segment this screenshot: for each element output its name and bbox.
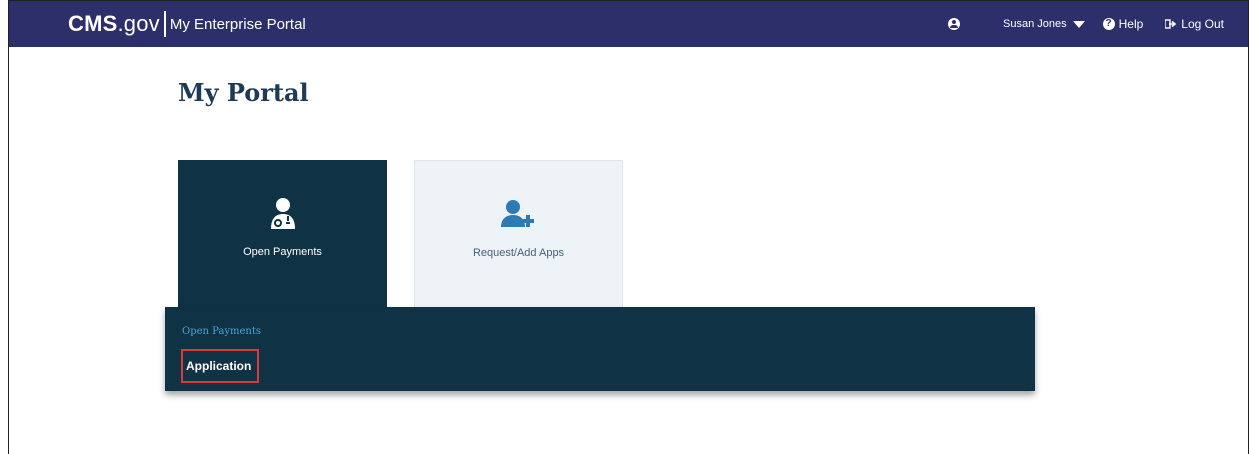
logout-link[interactable]: Log Out [1165,17,1224,31]
dropdown-heading: Open Payments [182,326,262,337]
brand-logo[interactable]: CMS.gov My Enterprise Portal [68,11,306,37]
help-label: Help [1118,17,1144,31]
logout-icon [1165,19,1177,29]
help-link[interactable]: ? Help [1102,17,1166,31]
logout-label: Log Out [1181,17,1224,31]
user-icon[interactable] [948,18,960,30]
tile-request-add-apps[interactable]: Request/Add Apps [414,160,623,310]
tile-label: Open Payments [243,246,322,258]
doctor-icon [178,196,387,230]
user-name: Susan Jones [1003,18,1067,30]
add-user-icon [415,197,622,231]
brand-cms: CMS.gov [68,11,160,36]
page-title: My Portal [178,78,309,107]
brand-portal-name: My Enterprise Portal [169,15,306,33]
application-link[interactable]: Application [181,349,259,383]
help-icon: ? [1102,18,1115,30]
top-nav-bar: CMS.gov My Enterprise Portal Susan Jones… [9,1,1248,47]
app-dropdown-panel: Open Payments Application [165,307,1035,391]
tile-label: Request/Add Apps [472,247,565,259]
user-nav: Susan Jones ? Help Log Out [948,1,1224,47]
brand-divider [163,11,166,37]
caret-down-icon [1072,20,1085,28]
tile-open-payments[interactable]: Open Payments [178,160,387,310]
user-menu[interactable]: Susan Jones [1003,18,1103,30]
